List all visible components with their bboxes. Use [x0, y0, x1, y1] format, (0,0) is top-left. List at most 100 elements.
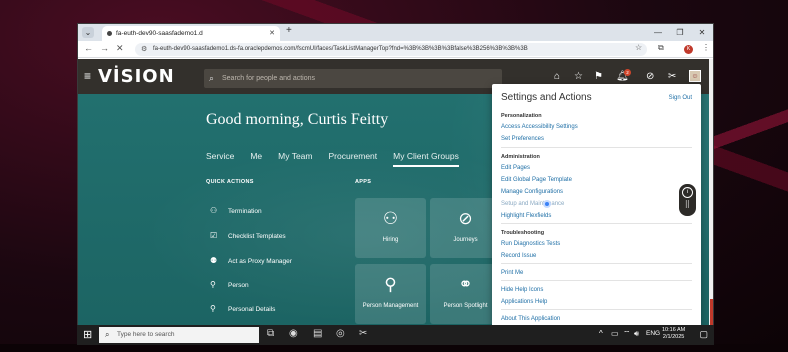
- app-tile-label: Hiring: [382, 237, 399, 243]
- link-about-this-application[interactable]: About This Application: [501, 316, 560, 322]
- app-tile-hiring[interactable]: ⚇ Hiring: [355, 198, 426, 258]
- quick-action-proxy-manager[interactable]: ⚉ Act as Proxy Manager: [210, 256, 292, 265]
- taskbar-search-input[interactable]: ⌕ Type here to search: [99, 327, 259, 343]
- tray-chevron-icon[interactable]: ^: [599, 329, 603, 338]
- wifi-icon[interactable]: ⌔: [623, 329, 631, 339]
- browser-tab[interactable]: fa-euth-dev90-saasfademo1.d ✕: [102, 26, 280, 41]
- tab-my-client-groups[interactable]: My Client Groups: [393, 151, 459, 167]
- flag-icon[interactable]: ⚑: [594, 71, 603, 82]
- disabled-tool-icon[interactable]: ⊘: [646, 71, 654, 82]
- edge-browser-icon[interactable]: ◉: [289, 328, 298, 339]
- global-search-input[interactable]: ⌕ Search for people and actions: [204, 69, 502, 88]
- bookmark-star-icon[interactable]: ☆: [635, 43, 642, 52]
- search-icon: ⌕: [209, 73, 215, 83]
- tab-strip: ⌄ fa-euth-dev90-saasfademo1.d ✕ + — ❐ ✕: [78, 24, 713, 41]
- panel-title: Settings and Actions: [501, 92, 592, 103]
- vision-logo[interactable]: VİSION: [98, 66, 175, 87]
- minimize-icon[interactable]: —: [647, 24, 669, 41]
- tab-my-team[interactable]: My Team: [278, 151, 312, 167]
- search-icon: ⌕: [105, 330, 110, 339]
- personal-details-icon: ⚲: [210, 304, 216, 313]
- file-explorer-icon[interactable]: ▤: [313, 328, 322, 339]
- profile-avatar[interactable]: K: [684, 45, 693, 54]
- link-setup-and-maintenance[interactable]: Setup and Maintenance: [501, 201, 564, 207]
- link-set-preferences[interactable]: Set Preferences: [501, 136, 544, 142]
- tab-favicon-icon: [107, 31, 112, 36]
- quick-action-checklist-templates[interactable]: ☑ Checklist Templates: [210, 231, 286, 240]
- quick-action-termination[interactable]: ⚇ Termination: [210, 206, 262, 215]
- clock-date: 2/1/2025: [662, 334, 685, 340]
- forward-icon[interactable]: →: [100, 43, 109, 53]
- link-highlight-flexfields[interactable]: Highlight Flexfields: [501, 213, 551, 219]
- link-run-diagnostics-tests[interactable]: Run Diagnostics Tests: [501, 241, 560, 247]
- divider: [501, 263, 692, 264]
- navigator-menu-icon[interactable]: ≡: [84, 69, 91, 83]
- link-record-issue[interactable]: Record Issue: [501, 253, 536, 259]
- info-icon[interactable]: i: [682, 187, 693, 198]
- extensions-icon[interactable]: ⧉: [658, 43, 664, 53]
- link-accessibility-settings[interactable]: Access Accessibility Settings: [501, 124, 578, 130]
- link-edit-pages[interactable]: Edit Pages: [501, 165, 530, 171]
- volume-icon[interactable]: 🔊︎: [634, 329, 639, 339]
- close-tab-icon[interactable]: ✕: [269, 26, 275, 41]
- tab-procurement[interactable]: Procurement: [328, 151, 377, 167]
- favorites-star-icon[interactable]: ☆: [574, 71, 583, 82]
- new-tab-button[interactable]: +: [286, 25, 292, 36]
- home-icon[interactable]: ⌂: [554, 71, 560, 82]
- search-placeholder: Search for people and actions: [222, 75, 316, 82]
- proxy-icon: ⚉: [210, 256, 218, 265]
- link-applications-help[interactable]: Applications Help: [501, 299, 547, 305]
- tab-title: fa-euth-dev90-saasfademo1.d: [116, 30, 203, 37]
- section-administration: Administration: [501, 154, 540, 160]
- task-view-icon[interactable]: ⧉: [267, 328, 274, 339]
- stop-loading-icon[interactable]: ✕: [116, 43, 124, 54]
- address-bar-row: ← → ✕ ⚙ fa-euth-dev90-saasfademo1.ds-fa.…: [78, 41, 713, 58]
- close-window-icon[interactable]: ✕: [691, 24, 713, 41]
- tools-icon[interactable]: ✂: [668, 71, 676, 82]
- link-hide-help-icons[interactable]: Hide Help Icons: [501, 287, 543, 293]
- quick-action-personal-details[interactable]: ⚲ Personal Details: [210, 304, 275, 313]
- back-icon[interactable]: ←: [84, 43, 93, 53]
- journeys-icon: ⊘: [458, 209, 473, 228]
- browser-menu-icon[interactable]: ⋮: [702, 43, 710, 52]
- quick-action-person[interactable]: ⚲ Person: [210, 280, 249, 289]
- app-tile-person-management[interactable]: ⚲ Person Management: [355, 264, 426, 324]
- link-print-me[interactable]: Print Me: [501, 270, 523, 276]
- network-icon[interactable]: ▭: [611, 329, 619, 338]
- link-edit-global-page-template[interactable]: Edit Global Page Template: [501, 177, 572, 183]
- language-indicator[interactable]: ENG: [646, 330, 660, 337]
- home-nav-tabs: Service Me My Team Procurement My Client…: [206, 151, 475, 167]
- divider: [501, 280, 692, 281]
- snipping-tool-icon[interactable]: ✂: [359, 328, 367, 339]
- desktop-bottom-strip: [0, 344, 788, 352]
- restore-icon[interactable]: ❐: [669, 24, 691, 41]
- help-widget[interactable]: i ⣿: [679, 184, 696, 216]
- checklist-icon: ☑: [210, 231, 218, 240]
- notification-center-icon[interactable]: ▢: [699, 329, 708, 340]
- chrome-icon[interactable]: ◎: [336, 328, 345, 339]
- quick-actions-title: QUICK ACTIONS: [206, 179, 254, 185]
- divider: [501, 147, 692, 148]
- sign-out-link[interactable]: Sign Out: [669, 95, 692, 101]
- grid-icon[interactable]: ⣿: [679, 200, 696, 208]
- tab-search-button[interactable]: ⌄: [82, 27, 94, 38]
- tab-me[interactable]: Me: [250, 151, 262, 167]
- scrollbar-thumb[interactable]: [710, 299, 713, 327]
- url-field[interactable]: ⚙ fa-euth-dev90-saasfademo1.ds-fa.oracle…: [135, 43, 647, 56]
- app-tile-journeys[interactable]: ⊘ Journeys: [430, 198, 501, 258]
- notification-badge: 2: [624, 69, 631, 76]
- tab-service[interactable]: Service: [206, 151, 234, 167]
- link-manage-configurations[interactable]: Manage Configurations: [501, 189, 563, 195]
- apps-title: APPS: [355, 179, 372, 185]
- windows-start-icon[interactable]: ⊞: [83, 328, 92, 341]
- greeting-title: Good morning, Curtis Feitty: [206, 111, 389, 128]
- site-info-icon[interactable]: ⚙: [141, 43, 147, 56]
- divider: [501, 309, 692, 310]
- clock-time: 10:16 AM: [662, 327, 686, 333]
- user-avatar[interactable]: ☺: [689, 70, 701, 82]
- person-management-icon: ⚲: [384, 275, 397, 294]
- taskbar-search-placeholder: Type here to search: [117, 331, 175, 338]
- app-tile-person-spotlight[interactable]: ⚭ Person Spotlight: [430, 264, 501, 324]
- taskbar-clock[interactable]: 10:16 AM 2/1/2025: [662, 327, 685, 341]
- page-scrollbar[interactable]: [709, 59, 713, 328]
